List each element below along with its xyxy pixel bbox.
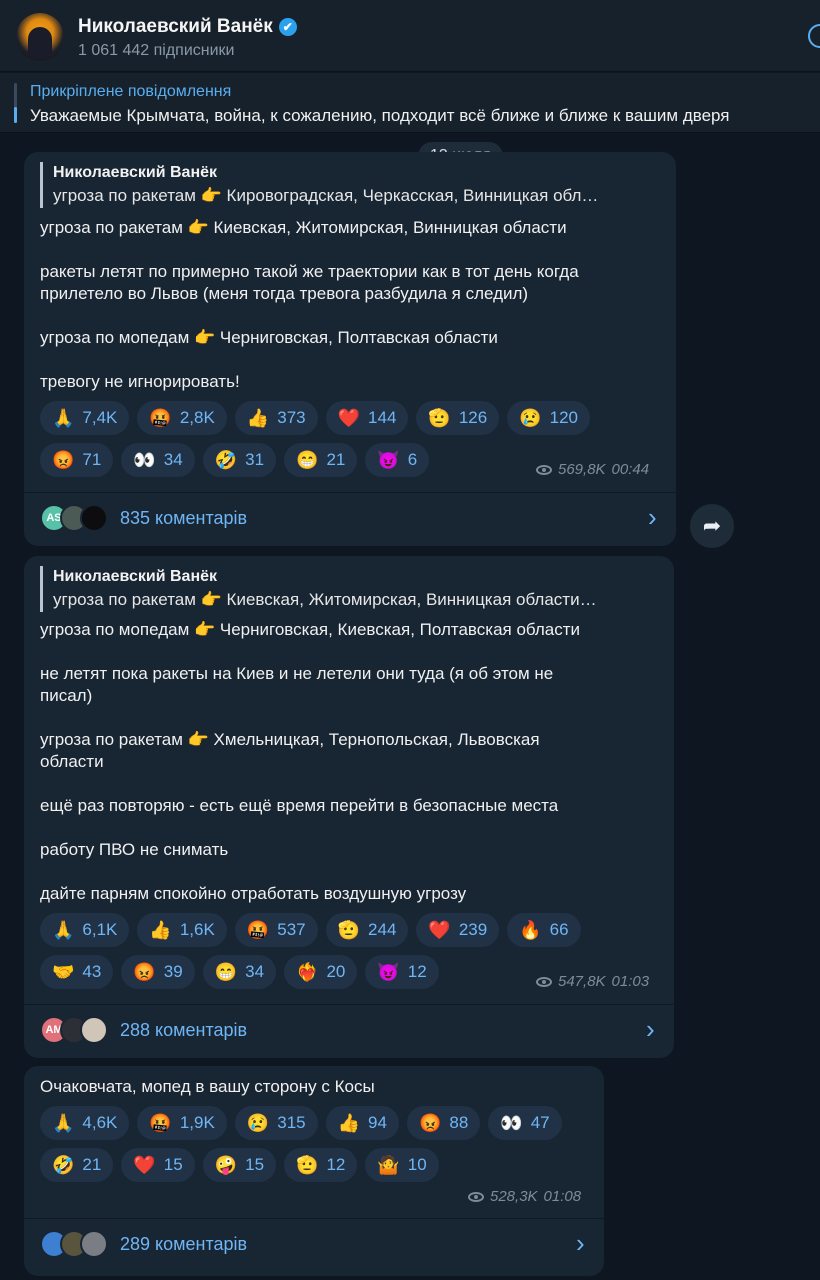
pinned-title: Прикріплене повідомлення [30,83,232,100]
views-eye-icon [468,1191,484,1202]
message-text: угроза по мопедам 👉 Черниговская, Киевск… [40,620,581,903]
reaction-button[interactable]: 🙏 7,4K [40,401,130,435]
pinned-text: Уважаемые Крымчата, война, к сожалению, … [30,106,730,125]
reaction-button[interactable]: 😁 34 [202,955,277,989]
reaction-button[interactable]: 🤣 31 [202,443,277,477]
reaction-button[interactable]: 😢 120 [507,401,590,435]
message-bubble: Николаевский Ванёк угроза по ракетам 👉 К… [24,152,676,546]
reaction-button[interactable]: 😁 21 [284,443,358,477]
reaction-button[interactable]: 🔥 66 [507,913,581,947]
reaction-button[interactable]: 👍 373 [234,401,318,435]
reactions: 🙏 6,1K 👍 1,6K 🤬 537 🫡 244 ❤️ 239 🔥 66 🤝 43 😡 39 … [40,913,581,997]
reaction-button[interactable]: 🤬 537 [234,913,318,947]
message-bubble: Николаевский Ванёк угроза по ракетам 👉 К… [24,556,674,1058]
reaction-button[interactable]: 😈 12 [365,955,439,989]
views-eye-icon [536,464,552,475]
reaction-button[interactable]: 🙏 4,6K [40,1106,130,1140]
message-text: угроза по ракетам 👉 Киевская, Житомирска… [40,218,579,391]
message-text: Очаковчата, мопед в вашу сторону с Косы [40,1077,375,1096]
avatar [80,1230,108,1258]
reaction-button[interactable]: 🤬 1,9K [137,1106,227,1140]
quote-text: угроза по ракетам 👉 Кировоградская, Черк… [53,186,599,205]
reaction-button[interactable]: 😡 88 [406,1106,481,1140]
message-meta: 528,3K 01:08 [468,1188,581,1205]
message-bubble: Очаковчата, мопед в вашу сторону с Косы … [24,1066,604,1276]
view-count: 547,8K [558,973,606,990]
reaction-button[interactable]: 🤬 2,8K [137,401,227,435]
channel-header: Николаевский Ванёк ✔ 1 061 442 підписник… [0,0,820,72]
channel-title[interactable]: Николаевский Ванёк ✔ [78,16,297,38]
pinned-indicator [14,83,17,123]
reply-quote[interactable]: Николаевский Ванёк угроза по ракетам 👉 К… [40,566,597,612]
reaction-button[interactable]: 🤝 43 [40,955,114,989]
subscriber-count: 1 061 442 підписники [78,42,235,59]
comments-count: 288 коментарів [120,1019,248,1040]
message-time: 01:03 [611,973,650,990]
chevron-right-icon[interactable]: › [648,504,657,530]
message-meta: 569,8K 00:44 [536,461,649,478]
view-count: 528,3K [490,1188,538,1205]
views-eye-icon [536,976,552,987]
comments-link[interactable]: AM 288 коментарів [40,1016,247,1044]
comments-link[interactable]: AS 835 коментарів [40,504,247,532]
divider [24,1004,674,1005]
quote-text: угроза по ракетам 👉 Киевская, Житомирска… [53,590,597,609]
channel-avatar[interactable] [16,13,64,61]
message-time: 00:44 [611,461,650,478]
reaction-button[interactable]: 👀 34 [121,443,195,477]
reaction-button[interactable]: 👍 1,6K [137,913,227,947]
reaction-button[interactable]: 🤣 21 [40,1148,114,1182]
channel-name: Николаевский Ванёк [78,16,273,37]
view-count: 569,8K [558,461,606,478]
reply-quote[interactable]: Николаевский Ванёк угроза по ракетам 👉 К… [40,162,598,208]
reaction-button[interactable]: 😡 71 [40,443,114,477]
chevron-right-icon[interactable]: › [646,1016,655,1042]
reaction-button[interactable]: 🫡 12 [284,1148,358,1182]
reaction-button[interactable]: 👍 94 [325,1106,399,1140]
reaction-button[interactable]: ❤️ 15 [121,1148,195,1182]
divider [24,1218,604,1219]
comments-count: 835 коментарів [120,507,248,528]
reactions: 🙏 7,4K 🤬 2,8K 👍 373 ❤️ 144 🫡 126 😢 120 😡 71 👀 34… [40,401,590,485]
reaction-button[interactable]: 😢 315 [234,1106,318,1140]
pinned-message-bar[interactable]: Прикріплене повідомлення Уважаемые Крымч… [0,73,820,133]
avatar [80,1016,108,1044]
comments-count: 289 коментарів [120,1233,248,1254]
reaction-button[interactable]: ❤️ 239 [416,913,500,947]
reaction-button[interactable]: ❤️ 144 [325,401,409,435]
reaction-button[interactable]: 🤪 15 [202,1148,277,1182]
reaction-button[interactable]: 🙏 6,1K [40,913,130,947]
search-icon[interactable] [808,24,820,48]
quote-author: Николаевский Ванёк [53,568,218,585]
reactions: 🙏 4,6K 🤬 1,9K 😢 315 👍 94 😡 88 👀 47 🤣 21 ❤️ 15 🤪 1… [40,1106,562,1190]
reaction-button[interactable]: 🤷 10 [365,1148,439,1182]
reaction-button[interactable]: 😡 39 [121,955,195,989]
reaction-button[interactable]: 👀 47 [488,1106,562,1140]
reaction-button[interactable]: ❤️‍🔥 20 [284,955,358,989]
reaction-button[interactable]: 🫡 126 [416,401,500,435]
chevron-right-icon[interactable]: › [576,1230,585,1256]
comments-link[interactable]: 289 коментарів [40,1230,247,1258]
avatar [80,504,108,532]
quote-author: Николаевский Ванёк [53,164,218,181]
message-meta: 547,8K 01:03 [536,973,649,990]
reaction-button[interactable]: 😈 6 [365,443,430,477]
share-button[interactable]: ➦ [690,504,734,548]
share-icon: ➦ [702,513,722,538]
message-time: 01:08 [543,1188,582,1205]
reaction-button[interactable]: 🫡 244 [325,913,409,947]
verified-badge-icon: ✔ [278,18,297,36]
divider [24,492,676,493]
